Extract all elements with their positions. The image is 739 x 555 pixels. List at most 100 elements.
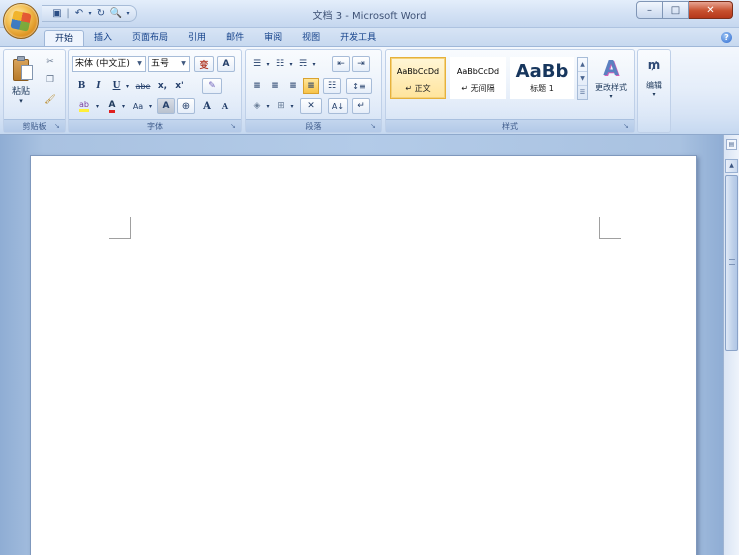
document-body[interactable] xyxy=(131,240,599,540)
tab-references[interactable]: 引用 xyxy=(178,30,216,47)
shrink-font-button[interactable]: A xyxy=(217,98,233,114)
font-name-combo[interactable]: 宋体 (中文正) ▼ xyxy=(72,56,146,72)
borders-dropdown-icon[interactable]: ▾ xyxy=(289,98,295,114)
scroll-up-icon[interactable]: ▲ xyxy=(725,159,738,173)
gallery-up-icon[interactable]: ▲ xyxy=(578,58,587,72)
phonetic-guide-button[interactable]: 变 xyxy=(194,56,214,72)
underline-dropdown-icon[interactable]: ▾ xyxy=(124,78,131,94)
align-right-button[interactable]: ≡ xyxy=(285,78,301,94)
increase-indent-button[interactable]: ⇥ xyxy=(352,56,370,72)
font-launcher-icon[interactable]: ↘ xyxy=(230,122,238,130)
change-styles-icon: A xyxy=(603,56,619,80)
styles-gallery-scroll[interactable]: ▲ ▼ ☰ xyxy=(577,57,588,100)
multilevel-dropdown-icon[interactable]: ▾ xyxy=(311,56,317,72)
grow-font-button[interactable]: A xyxy=(199,98,215,114)
underline-button[interactable]: U xyxy=(109,78,124,94)
grip-icon xyxy=(729,259,735,265)
character-border-button[interactable]: A xyxy=(217,56,235,72)
sort-button[interactable]: A↓ xyxy=(328,98,348,114)
maximize-button[interactable]: □ xyxy=(663,1,689,19)
format-painter-icon[interactable]: 🖌 xyxy=(41,92,59,108)
document-page[interactable] xyxy=(30,155,697,555)
align-left-button[interactable]: ≡ xyxy=(249,78,265,94)
borders-button[interactable]: ⊞ xyxy=(273,98,289,114)
decrease-indent-button[interactable]: ⇤ xyxy=(332,56,350,72)
scrollbar-thumb[interactable] xyxy=(725,175,738,351)
font-size-combo[interactable]: 五号 ▼ xyxy=(148,56,190,72)
style-name: ↵ 正文 xyxy=(405,84,431,93)
tab-review[interactable]: 审阅 xyxy=(254,30,292,47)
line-spacing-button[interactable]: ↕≡ xyxy=(346,78,372,94)
tab-home[interactable]: 开始 xyxy=(44,30,85,47)
show-hide-marks-button[interactable]: ↵ xyxy=(352,98,370,114)
enclose-characters-button[interactable]: ⊕ xyxy=(177,98,195,114)
shading-button[interactable]: ◈ xyxy=(249,98,265,114)
clipboard-launcher-icon[interactable]: ↘ xyxy=(54,122,62,130)
help-icon[interactable]: ? xyxy=(721,32,732,43)
cut-icon[interactable]: ✂ xyxy=(41,54,59,70)
shading-dropdown-icon[interactable]: ▾ xyxy=(265,98,271,114)
ribbon-tabs: 开始 插入 页面布局 引用 邮件 审阅 视图 开发工具 xyxy=(44,30,386,47)
tab-page-layout[interactable]: 页面布局 xyxy=(122,30,178,47)
center-button[interactable]: ≡ xyxy=(267,78,283,94)
gallery-down-icon[interactable]: ▼ xyxy=(578,72,587,86)
title-bar: ▣ | ↶ ▾ ↻ 🔍 ▾ 文档 3 - Microsoft Word – □ … xyxy=(0,0,739,28)
tab-insert[interactable]: 插入 xyxy=(84,30,122,47)
ribbon: 粘贴 ▾ ✂ ❐ 🖌 剪贴板 ↘ 宋体 (中文正) ▼ 五号 ▼ 变 A B I… xyxy=(0,46,739,135)
change-styles-button[interactable]: A 更改样式 ▾ xyxy=(589,52,633,116)
font-group-label: 字体 xyxy=(69,119,241,132)
clear-format-button[interactable]: ✎ xyxy=(202,78,222,94)
vertical-scrollbar[interactable]: ▤ ▲ xyxy=(723,135,739,555)
italic-button[interactable]: I xyxy=(91,78,106,94)
window-title: 文档 3 - Microsoft Word xyxy=(312,11,427,22)
style-name: ↵ 无间隔 xyxy=(461,84,495,93)
numbering-dropdown-icon[interactable]: ▾ xyxy=(288,56,294,72)
close-button[interactable]: ✕ xyxy=(689,1,733,19)
font-color-dropdown-icon[interactable]: ▾ xyxy=(120,98,127,114)
styles-launcher-icon[interactable]: ↘ xyxy=(623,122,631,130)
paragraph-group: ☰ ▾ ☷ ▾ ☴ ▾ ⇤ ⇥ ≡ ≡ ≡ ≡ ☷ ↕≡ ◈ ▾ ⊞ ▾ ✕ A… xyxy=(245,49,382,133)
bold-button[interactable]: B xyxy=(74,78,89,94)
gallery-more-icon[interactable]: ☰ xyxy=(578,86,587,100)
multilevel-list-button[interactable]: ☴ xyxy=(295,56,311,72)
font-size-value: 五号 xyxy=(151,59,170,69)
tab-mailings[interactable]: 邮件 xyxy=(216,30,254,47)
ribbon-tabs-bar: 开始 插入 页面布局 引用 邮件 审阅 视图 开发工具 ? xyxy=(0,28,739,47)
superscript-button[interactable]: x' xyxy=(172,78,187,94)
style-sample: AaBbCcDd xyxy=(396,67,440,76)
editing-button[interactable]: ₥ 编辑 ▾ xyxy=(639,52,669,116)
style-card-no-spacing[interactable]: AaBbCcDd ↵ 无间隔 xyxy=(450,57,506,99)
office-button[interactable] xyxy=(3,3,39,39)
justify-button[interactable]: ≡ xyxy=(303,78,319,94)
style-sample: AaBbCcDd xyxy=(456,67,500,76)
paste-button[interactable]: 粘贴 ▾ xyxy=(6,52,36,116)
text-highlight-button[interactable]: ab xyxy=(74,98,94,114)
chevron-down-icon: ▾ xyxy=(652,91,656,98)
change-case-dropdown-icon[interactable]: ▾ xyxy=(147,98,154,114)
crop-mark-top-right xyxy=(599,217,621,239)
font-color-icon: A xyxy=(108,100,116,113)
bullets-button[interactable]: ☰ xyxy=(249,56,265,72)
bullets-dropdown-icon[interactable]: ▾ xyxy=(265,56,271,72)
ruler-toggle-icon[interactable]: ▤ xyxy=(726,139,737,150)
distributed-button[interactable]: ☷ xyxy=(323,78,341,94)
paragraph-launcher-icon[interactable]: ↘ xyxy=(370,122,378,130)
chinese-layout-button[interactable]: ✕ xyxy=(300,98,322,114)
tab-developer[interactable]: 开发工具 xyxy=(330,30,386,47)
style-card-normal[interactable]: AaBbCcDd ↵ 正文 xyxy=(390,57,446,99)
tab-view[interactable]: 视图 xyxy=(292,30,330,47)
highlight-dropdown-icon[interactable]: ▾ xyxy=(94,98,101,114)
paste-dropdown-icon: ▾ xyxy=(19,97,23,105)
subscript-button[interactable]: x, xyxy=(155,78,170,94)
editing-group: ₥ 编辑 ▾ xyxy=(637,49,671,133)
strikethrough-button[interactable]: abe xyxy=(133,78,153,94)
style-card-heading-1[interactable]: AaBb 标题 1 xyxy=(510,57,574,99)
font-color-button[interactable]: A xyxy=(104,98,120,114)
minimize-button[interactable]: – xyxy=(636,1,663,19)
numbering-button[interactable]: ☷ xyxy=(272,56,288,72)
change-case-button[interactable]: Aa xyxy=(129,98,147,114)
character-shading-button[interactable]: A xyxy=(157,98,175,114)
copy-icon[interactable]: ❐ xyxy=(41,72,59,88)
binoculars-icon: ₥ xyxy=(647,58,661,72)
paste-icon xyxy=(13,56,33,82)
